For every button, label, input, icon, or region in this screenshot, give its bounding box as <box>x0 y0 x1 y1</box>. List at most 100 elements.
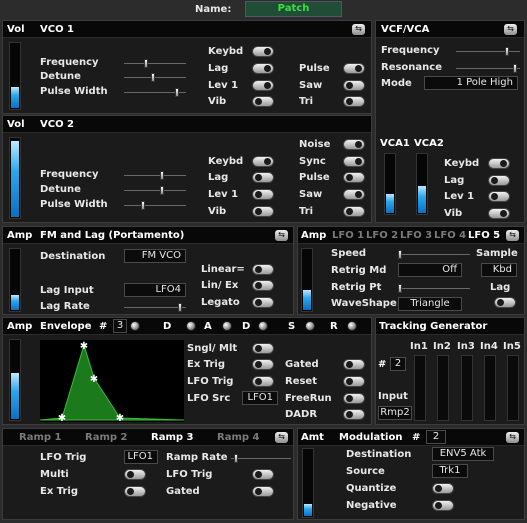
env-number-field[interactable]: 3 <box>113 319 127 333</box>
slider-thumb[interactable] <box>512 64 517 73</box>
slider-thumb[interactable] <box>398 250 403 259</box>
tab-lfo2[interactable]: LFO 2 <box>366 230 398 242</box>
fm-menu-icon[interactable]: ⇆ <box>275 230 288 241</box>
vca-keybd-toggle[interactable] <box>488 158 510 169</box>
ramp-multi-toggle[interactable] <box>124 469 146 480</box>
vco1-frequency-slider[interactable] <box>124 59 186 68</box>
mod-source-select[interactable]: Trk1 <box>432 464 468 478</box>
ramp-lfo-trig-select[interactable]: LFO1 <box>124 450 158 464</box>
vco1-saw-toggle[interactable] <box>343 80 365 91</box>
tracking-in2-slider[interactable] <box>437 355 449 421</box>
env-lfo-src-select[interactable]: LFO1 <box>242 391 278 405</box>
lfo-retrig-md-select[interactable]: Off <box>398 263 462 277</box>
knob-icon[interactable] <box>186 321 196 331</box>
envelope-node[interactable]: ✱ <box>80 341 88 352</box>
knob-icon[interactable] <box>305 321 315 331</box>
vco2-pulse-toggle[interactable] <box>343 172 365 183</box>
ramp-ex-trig-toggle[interactable] <box>124 486 146 497</box>
tab-ramp4[interactable]: Ramp 4 <box>217 432 259 444</box>
vca1-meter[interactable] <box>384 153 396 215</box>
fm-amp-meter[interactable] <box>9 248 21 312</box>
lfo-speed-slider[interactable] <box>398 250 470 259</box>
vco1-keybd-toggle[interactable] <box>252 46 274 57</box>
knob-icon[interactable] <box>258 321 268 331</box>
env-freerun-toggle[interactable] <box>343 393 365 404</box>
envelope-graph[interactable]: ✱ ✱ ✱ ✱ <box>40 340 184 422</box>
vco1-menu-icon[interactable]: ⇆ <box>352 24 365 35</box>
vco2-lag-toggle[interactable] <box>252 172 274 183</box>
tracking-in1-slider[interactable] <box>414 355 426 421</box>
mod-negative-toggle[interactable] <box>432 500 454 511</box>
envelope-node[interactable]: ✱ <box>116 413 124 422</box>
env-ex-trig-toggle[interactable] <box>252 359 274 370</box>
slider-thumb[interactable] <box>505 47 510 56</box>
lfo-amp-meter[interactable] <box>301 248 313 312</box>
vco1-vib-toggle[interactable] <box>252 96 274 107</box>
knob-icon[interactable] <box>222 321 232 331</box>
ramp-menu-icon[interactable]: ⇆ <box>275 432 288 443</box>
fm-lin-ex-toggle[interactable] <box>252 280 274 291</box>
envelope-node[interactable]: ✱ <box>58 413 66 422</box>
vco2-vib-toggle[interactable] <box>252 206 274 217</box>
vco1-lev1-toggle[interactable] <box>252 80 274 91</box>
env-lfo-trig-toggle[interactable] <box>252 376 274 387</box>
mod-number-field[interactable]: 2 <box>426 430 446 444</box>
vco1-lag-toggle[interactable] <box>252 63 274 74</box>
vco1-volume-meter[interactable] <box>9 42 21 110</box>
vco2-volume-meter[interactable] <box>9 137 21 219</box>
tracking-in5-slider[interactable] <box>507 355 519 421</box>
knob-icon[interactable] <box>347 321 357 331</box>
vco1-pulse-width-slider[interactable] <box>124 88 186 97</box>
mod-menu-icon[interactable]: ⇆ <box>506 432 519 443</box>
mod-amt-meter[interactable] <box>302 448 314 518</box>
slider-thumb[interactable] <box>160 171 165 180</box>
slider-thumb[interactable] <box>141 201 146 210</box>
slider-thumb[interactable] <box>174 88 179 97</box>
fm-linear-toggle[interactable] <box>252 264 274 275</box>
tab-lfo3[interactable]: LFO 3 <box>400 230 432 242</box>
vca-vib-toggle[interactable] <box>488 208 510 219</box>
tab-lfo4[interactable]: LFO 4 <box>434 230 466 242</box>
lag-rate-slider[interactable] <box>124 303 186 312</box>
mod-quantize-toggle[interactable] <box>432 483 454 494</box>
vco2-sync-toggle[interactable] <box>343 156 365 167</box>
slider-thumb[interactable] <box>233 454 238 463</box>
fm-destination-select[interactable]: FM VCO <box>124 249 186 263</box>
env-dadr-toggle[interactable] <box>343 409 365 420</box>
tab-ramp1[interactable]: Ramp 1 <box>19 432 61 444</box>
tab-ramp3[interactable]: Ramp 3 <box>151 432 193 444</box>
slider-thumb[interactable] <box>151 73 156 82</box>
vco2-lev1-toggle[interactable] <box>252 189 274 200</box>
tracking-in3-slider[interactable] <box>461 355 473 421</box>
vcf-frequency-slider[interactable] <box>456 47 520 56</box>
vcf-menu-icon[interactable]: ⇆ <box>504 24 517 35</box>
tab-lfo5[interactable]: LFO 5 <box>468 230 500 242</box>
vco2-noise-toggle[interactable] <box>343 139 365 150</box>
vco2-frequency-slider[interactable] <box>124 171 186 180</box>
vco2-pulse-width-slider[interactable] <box>124 201 186 210</box>
lfo-menu-icon[interactable]: ⇆ <box>506 230 519 241</box>
slider-thumb[interactable] <box>143 59 148 68</box>
tab-lfo1[interactable]: LFO 1 <box>332 230 364 242</box>
ramp-lfo-trig2-toggle[interactable] <box>252 469 274 480</box>
lag-input-select[interactable]: LFO4 <box>124 283 186 297</box>
knob-icon[interactable] <box>130 321 140 331</box>
lfo-retrig-pt-slider[interactable] <box>398 284 470 293</box>
vco2-tri-toggle[interactable] <box>343 206 365 217</box>
slider-thumb[interactable] <box>177 303 182 312</box>
mod-destination-select[interactable]: ENV5 Atk <box>432 447 494 461</box>
lfo-kbd-select[interactable]: Kbd <box>481 263 517 277</box>
vca2-meter[interactable] <box>416 153 428 215</box>
vco1-pulse-toggle[interactable] <box>343 63 365 74</box>
tab-ramp2[interactable]: Ramp 2 <box>85 432 127 444</box>
lfo-lag-toggle[interactable] <box>494 297 516 308</box>
vco1-tri-toggle[interactable] <box>343 96 365 107</box>
ramp-gated-toggle[interactable] <box>252 486 274 497</box>
env-amp-meter[interactable] <box>9 339 21 421</box>
envelope-node[interactable]: ✱ <box>90 374 98 385</box>
vcf-resonance-slider[interactable] <box>456 64 520 73</box>
vco2-detune-slider[interactable] <box>124 186 186 195</box>
env-sngl-mlt-toggle[interactable] <box>252 343 274 354</box>
env-gated-toggle[interactable] <box>343 359 365 370</box>
vco1-detune-slider[interactable] <box>124 73 186 82</box>
